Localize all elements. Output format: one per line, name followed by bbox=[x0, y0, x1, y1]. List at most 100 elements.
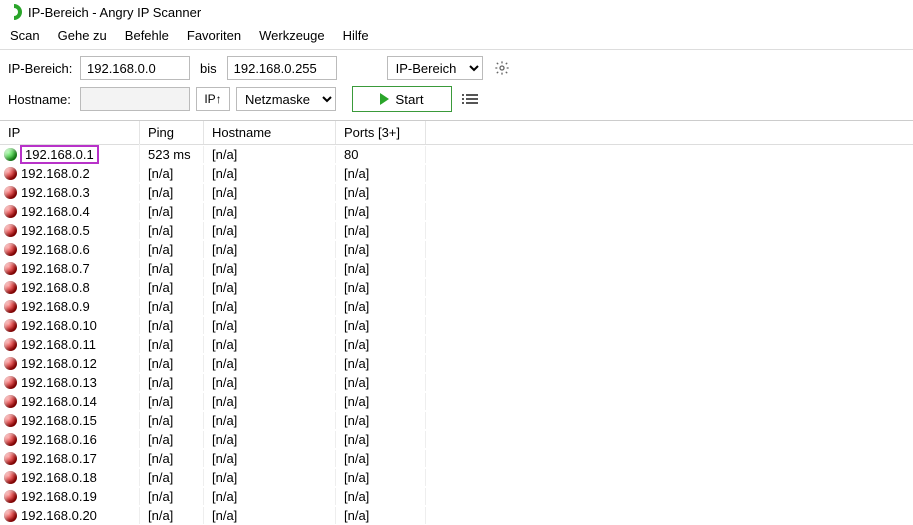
cell-hostname: [n/a] bbox=[204, 469, 336, 486]
col-header-hostname[interactable]: Hostname bbox=[204, 121, 336, 144]
cell-ports: [n/a] bbox=[336, 222, 426, 239]
ip-text: 192.168.0.7 bbox=[21, 261, 90, 276]
table-row[interactable]: 192.168.0.14[n/a][n/a][n/a] bbox=[0, 392, 913, 411]
cell-ports: 80 bbox=[336, 146, 426, 163]
cell-ping: [n/a] bbox=[140, 336, 204, 353]
cell-ping: [n/a] bbox=[140, 374, 204, 391]
cell-ports: [n/a] bbox=[336, 298, 426, 315]
cell-ping: [n/a] bbox=[140, 165, 204, 182]
menu-commands[interactable]: Befehle bbox=[125, 28, 169, 43]
cell-ports: [n/a] bbox=[336, 260, 426, 277]
cell-hostname: [n/a] bbox=[204, 450, 336, 467]
menu-favorites[interactable]: Favoriten bbox=[187, 28, 241, 43]
cell-hostname: [n/a] bbox=[204, 165, 336, 182]
netmask-select[interactable]: Netzmaske bbox=[236, 87, 336, 111]
status-dead-icon bbox=[4, 376, 17, 389]
menu-tools[interactable]: Werkzeuge bbox=[259, 28, 325, 43]
cell-ip: 192.168.0.7 bbox=[0, 260, 140, 277]
cell-ip: 192.168.0.9 bbox=[0, 298, 140, 315]
table-body: 192.168.0.1523 ms[n/a]80192.168.0.2[n/a]… bbox=[0, 145, 913, 525]
cell-ping: [n/a] bbox=[140, 298, 204, 315]
table-row[interactable]: 192.168.0.9[n/a][n/a][n/a] bbox=[0, 297, 913, 316]
ip-end-input[interactable] bbox=[227, 56, 337, 80]
ip-start-input[interactable] bbox=[80, 56, 190, 80]
window-title: IP-Bereich - Angry IP Scanner bbox=[28, 5, 201, 20]
cell-ip: 192.168.0.12 bbox=[0, 355, 140, 372]
start-button[interactable]: Start bbox=[352, 86, 452, 112]
table-row[interactable]: 192.168.0.15[n/a][n/a][n/a] bbox=[0, 411, 913, 430]
col-header-ports[interactable]: Ports [3+] bbox=[336, 121, 426, 144]
cell-hostname: [n/a] bbox=[204, 336, 336, 353]
cell-hostname: [n/a] bbox=[204, 184, 336, 201]
menubar: Scan Gehe zu Befehle Favoriten Werkzeuge… bbox=[0, 24, 913, 50]
status-dead-icon bbox=[4, 414, 17, 427]
table-row[interactable]: 192.168.0.5[n/a][n/a][n/a] bbox=[0, 221, 913, 240]
ip-text: 192.168.0.20 bbox=[21, 508, 97, 523]
gear-icon[interactable] bbox=[493, 59, 511, 77]
table-row[interactable]: 192.168.0.12[n/a][n/a][n/a] bbox=[0, 354, 913, 373]
table-row[interactable]: 192.168.0.13[n/a][n/a][n/a] bbox=[0, 373, 913, 392]
cell-ip: 192.168.0.11 bbox=[0, 336, 140, 353]
table-row[interactable]: 192.168.0.11[n/a][n/a][n/a] bbox=[0, 335, 913, 354]
table-row[interactable]: 192.168.0.3[n/a][n/a][n/a] bbox=[0, 183, 913, 202]
cell-ping: [n/a] bbox=[140, 241, 204, 258]
col-header-ping[interactable]: Ping bbox=[140, 121, 204, 144]
cell-ports: [n/a] bbox=[336, 317, 426, 334]
cell-ip: 192.168.0.16 bbox=[0, 431, 140, 448]
menu-scan[interactable]: Scan bbox=[10, 28, 40, 43]
ip-text: 192.168.0.5 bbox=[21, 223, 90, 238]
cell-ports: [n/a] bbox=[336, 241, 426, 258]
hostname-input[interactable] bbox=[80, 87, 190, 111]
table-row[interactable]: 192.168.0.6[n/a][n/a][n/a] bbox=[0, 240, 913, 259]
cell-hostname: [n/a] bbox=[204, 260, 336, 277]
table-row[interactable]: 192.168.0.4[n/a][n/a][n/a] bbox=[0, 202, 913, 221]
cell-ports: [n/a] bbox=[336, 469, 426, 486]
menu-help[interactable]: Hilfe bbox=[343, 28, 369, 43]
table-row[interactable]: 192.168.0.10[n/a][n/a][n/a] bbox=[0, 316, 913, 335]
table-row[interactable]: 192.168.0.18[n/a][n/a][n/a] bbox=[0, 468, 913, 487]
cell-ports: [n/a] bbox=[336, 336, 426, 353]
cell-ping: [n/a] bbox=[140, 469, 204, 486]
cell-ports: [n/a] bbox=[336, 203, 426, 220]
status-dead-icon bbox=[4, 357, 17, 370]
range-type-select[interactable]: IP-Bereich bbox=[387, 56, 483, 80]
table-row[interactable]: 192.168.0.1523 ms[n/a]80 bbox=[0, 145, 913, 164]
bis-label: bis bbox=[200, 61, 217, 76]
cell-ping: 523 ms bbox=[140, 146, 204, 163]
cell-ip: 192.168.0.4 bbox=[0, 203, 140, 220]
cell-ping: [n/a] bbox=[140, 260, 204, 277]
list-options-icon[interactable] bbox=[466, 94, 478, 104]
cell-ping: [n/a] bbox=[140, 431, 204, 448]
titlebar: IP-Bereich - Angry IP Scanner bbox=[0, 0, 913, 24]
cell-ports: [n/a] bbox=[336, 412, 426, 429]
cell-ip: 192.168.0.2 bbox=[0, 165, 140, 182]
cell-ping: [n/a] bbox=[140, 203, 204, 220]
table-row[interactable]: 192.168.0.8[n/a][n/a][n/a] bbox=[0, 278, 913, 297]
status-dead-icon bbox=[4, 471, 17, 484]
cell-hostname: [n/a] bbox=[204, 355, 336, 372]
ip-range-label: IP-Bereich: bbox=[8, 61, 74, 76]
cell-hostname: [n/a] bbox=[204, 203, 336, 220]
table-row[interactable]: 192.168.0.16[n/a][n/a][n/a] bbox=[0, 430, 913, 449]
menu-goto[interactable]: Gehe zu bbox=[58, 28, 107, 43]
status-dead-icon bbox=[4, 319, 17, 332]
ip-text: 192.168.0.8 bbox=[21, 280, 90, 295]
hostname-label: Hostname: bbox=[8, 92, 74, 107]
table-row[interactable]: 192.168.0.20[n/a][n/a][n/a] bbox=[0, 506, 913, 525]
table-row[interactable]: 192.168.0.17[n/a][n/a][n/a] bbox=[0, 449, 913, 468]
cell-ports: [n/a] bbox=[336, 355, 426, 372]
cell-ports: [n/a] bbox=[336, 431, 426, 448]
status-dead-icon bbox=[4, 205, 17, 218]
ip-text: 192.168.0.19 bbox=[21, 489, 97, 504]
table-row[interactable]: 192.168.0.19[n/a][n/a][n/a] bbox=[0, 487, 913, 506]
cell-ip: 192.168.0.20 bbox=[0, 507, 140, 524]
table-row[interactable]: 192.168.0.2[n/a][n/a][n/a] bbox=[0, 164, 913, 183]
table-row[interactable]: 192.168.0.7[n/a][n/a][n/a] bbox=[0, 259, 913, 278]
ip-up-button[interactable]: IP↑ bbox=[196, 87, 230, 111]
status-dead-icon bbox=[4, 395, 17, 408]
status-dead-icon bbox=[4, 281, 17, 294]
ip-text: 192.168.0.10 bbox=[21, 318, 97, 333]
status-dead-icon bbox=[4, 262, 17, 275]
status-dead-icon bbox=[4, 338, 17, 351]
col-header-ip[interactable]: IP bbox=[0, 121, 140, 144]
